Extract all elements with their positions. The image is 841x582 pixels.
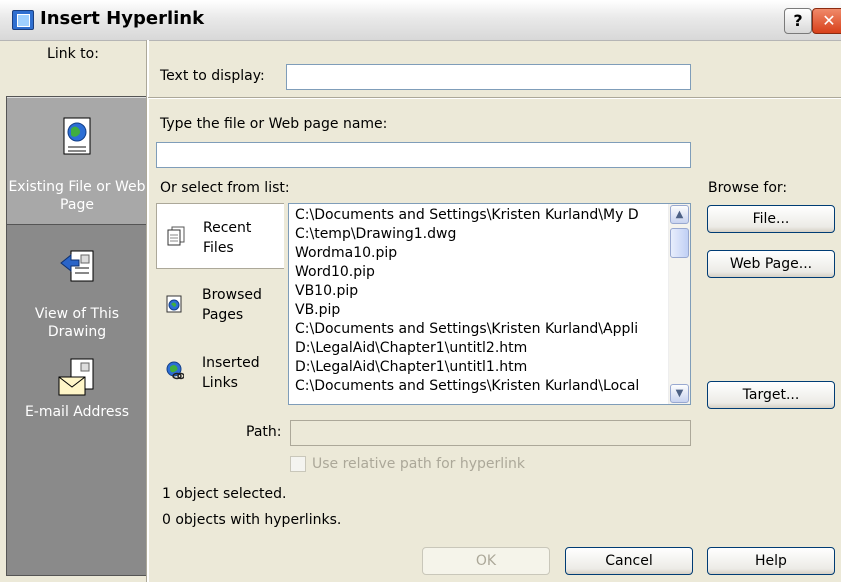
link-to-panel: Existing File or Web Page View of This D… — [6, 96, 148, 576]
help-title-button[interactable]: ? — [784, 8, 812, 34]
target-button[interactable]: Target... — [707, 381, 835, 409]
list-category-tabs: Recent Files Browsed Pages Inserted Links — [156, 203, 284, 405]
list-item[interactable]: Wordma10.pip — [295, 244, 667, 263]
select-from-list-label: Or select from list: — [160, 180, 290, 196]
scroll-down-icon[interactable]: ▼ — [670, 384, 689, 403]
link-to-view-of-drawing[interactable]: View of This Drawing — [7, 227, 147, 353]
top-separator — [148, 97, 841, 99]
list-item[interactable]: D:\LegalAid\Chapter1\untitl2.htm — [295, 339, 667, 358]
tab-inserted-links[interactable]: Inserted Links — [156, 339, 284, 405]
cancel-button[interactable]: Cancel — [565, 547, 693, 575]
text-to-display-input[interactable] — [286, 64, 691, 90]
path-label: Path: — [246, 424, 282, 440]
tab-recent-files[interactable]: Recent Files — [156, 203, 284, 269]
close-button[interactable]: ✕ — [812, 8, 841, 34]
list-scrollbar[interactable]: ▲ ▼ — [668, 204, 690, 404]
scroll-thumb[interactable] — [670, 228, 689, 258]
inserted-links-icon — [166, 361, 184, 380]
title-bar[interactable]: Insert Hyperlink ? ✕ — [0, 0, 841, 41]
list-item[interactable]: C:\temp\Drawing1.dwg — [295, 225, 667, 244]
help-button[interactable]: Help — [707, 547, 835, 575]
browsed-pages-icon — [166, 295, 182, 313]
recent-files-icon — [167, 226, 185, 246]
insert-hyperlink-dialog: Insert Hyperlink ? ✕ Link to: Existing F… — [0, 0, 841, 582]
link-to-label: Link to: — [47, 46, 99, 62]
link-to-existing-file[interactable]: Existing File or Web Page — [7, 97, 147, 225]
dialog-title: Insert Hyperlink — [40, 8, 205, 29]
tab-inserted-links-label: Inserted Links — [202, 355, 260, 391]
relative-path-label: Use relative path for hyperlink — [312, 456, 526, 472]
file-name-label: Type the file or Web page name: — [160, 116, 388, 132]
link-to-email-address-label: E-mail Address — [24, 404, 130, 420]
relative-path-checkbox[interactable] — [290, 456, 306, 472]
view-drawing-icon — [60, 250, 94, 282]
link-to-view-of-drawing-label: View of This Drawing — [34, 306, 120, 340]
tab-recent-files-label: Recent Files — [203, 220, 252, 256]
recent-files-rows: C:\Documents and Settings\Kristen Kurlan… — [295, 206, 667, 396]
recent-files-list[interactable]: C:\Documents and Settings\Kristen Kurlan… — [288, 203, 691, 405]
path-field — [290, 420, 691, 446]
list-item[interactable]: Word10.pip — [295, 263, 667, 282]
hyperlink-app-icon — [12, 10, 34, 30]
link-to-email-address[interactable]: E-mail Address — [7, 349, 147, 475]
tab-browsed-pages-label: Browsed Pages — [202, 287, 262, 323]
browse-file-button[interactable]: File... — [707, 205, 835, 233]
ok-button[interactable]: OK — [422, 547, 550, 575]
text-to-display-label: Text to display: — [160, 68, 265, 84]
scroll-up-icon[interactable]: ▲ — [670, 205, 689, 224]
status-objects-with-hyperlinks: 0 objects with hyperlinks. — [162, 512, 342, 528]
list-item[interactable]: VB.pip — [295, 301, 667, 320]
document-globe-icon — [63, 117, 91, 155]
list-item[interactable]: D:\LegalAid\Chapter1\untitl1.htm — [295, 358, 667, 377]
list-item[interactable]: C:\Documents and Settings\Kristen Kurlan… — [295, 377, 667, 396]
link-to-existing-file-label: Existing File or Web Page — [8, 179, 146, 213]
browse-web-page-button[interactable]: Web Page... — [707, 250, 835, 278]
list-item[interactable]: VB10.pip — [295, 282, 667, 301]
tab-browsed-pages[interactable]: Browsed Pages — [156, 271, 284, 337]
email-envelope-icon — [58, 358, 94, 396]
list-item[interactable]: C:\Documents and Settings\Kristen Kurlan… — [295, 320, 667, 339]
browse-for-label: Browse for: — [708, 180, 788, 196]
status-objects-selected: 1 object selected. — [162, 486, 287, 502]
list-item[interactable]: C:\Documents and Settings\Kristen Kurlan… — [295, 206, 667, 225]
panel-separator — [146, 40, 149, 582]
file-name-input[interactable] — [156, 142, 691, 168]
